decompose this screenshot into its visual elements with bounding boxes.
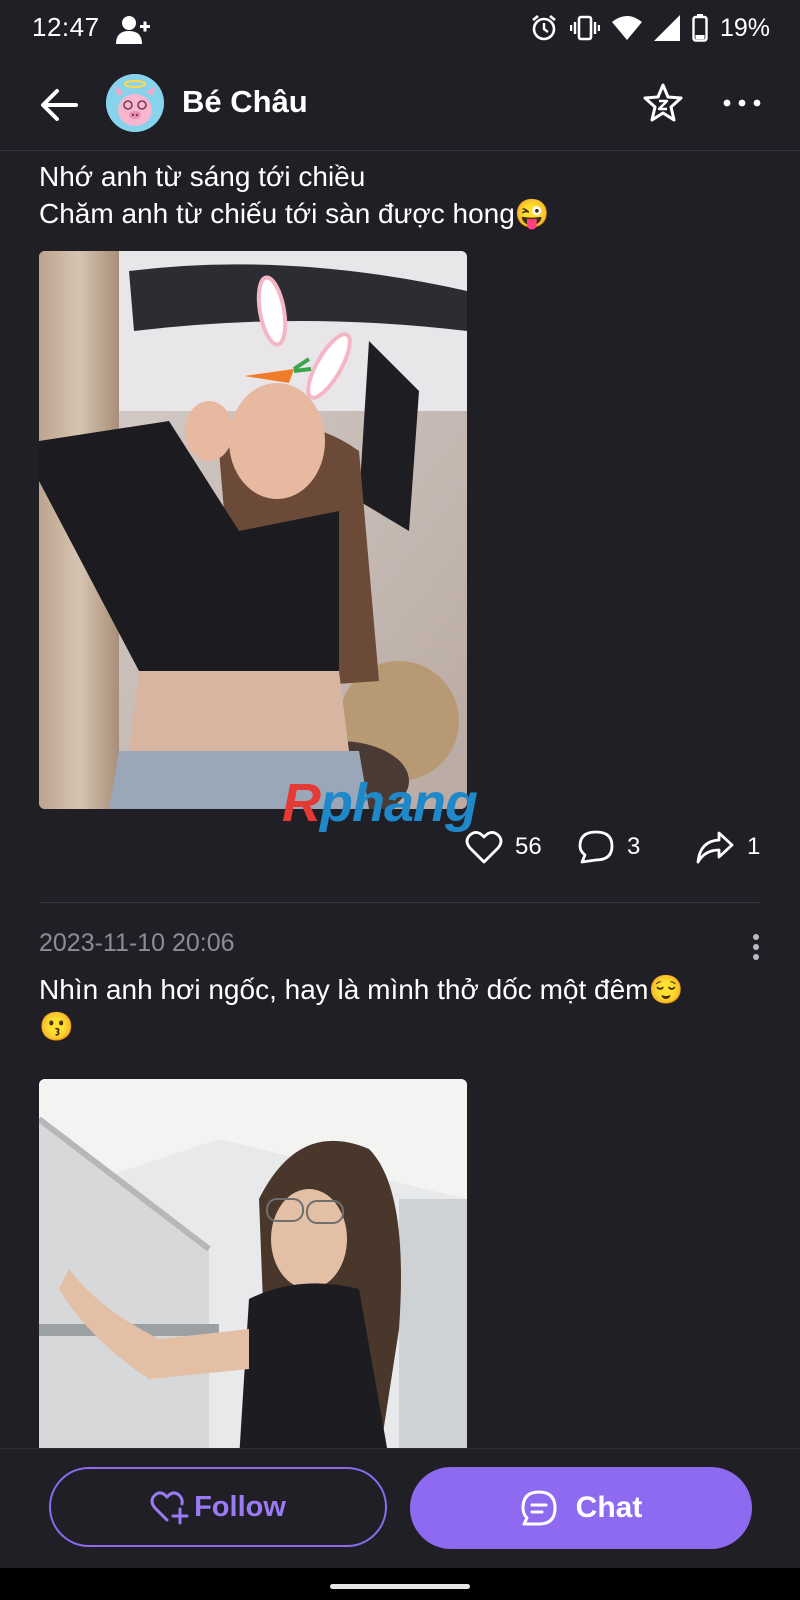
- follow-button[interactable]: Follow: [49, 1467, 387, 1547]
- follow-label: Follow: [194, 1490, 286, 1523]
- profile-name: Bé Châu: [182, 84, 308, 119]
- chat-icon: [521, 1490, 557, 1526]
- post-caption: Nhớ anh từ sáng tới chiều Chăm anh từ ch…: [39, 161, 550, 229]
- wifi-icon: [611, 16, 642, 40]
- share-count: 1: [747, 833, 761, 860]
- screen: 12:47 19% Bé Châu Nhớ anh từ sáng tới ch…: [0, 0, 800, 1600]
- post-photo[interactable]: [39, 251, 467, 809]
- back-arrow-icon[interactable]: [36, 82, 82, 128]
- status-time: 12:47: [32, 12, 100, 42]
- share-button[interactable]: 1: [695, 829, 760, 865]
- alarm-icon: [532, 14, 556, 41]
- signal-icon: [653, 15, 680, 41]
- post-more-icon[interactable]: [748, 931, 764, 963]
- more-icon[interactable]: [722, 96, 762, 110]
- pig-avatar-image: [106, 74, 164, 132]
- post-photo-image: [39, 251, 467, 809]
- heart-plus-icon: [150, 1491, 189, 1525]
- post-photo-image: [39, 1079, 467, 1448]
- comment-count: 3: [627, 833, 641, 860]
- post-photo[interactable]: [39, 1079, 467, 1448]
- status-bar: 12:47 19%: [0, 0, 800, 56]
- watermark-logo: Rphang: [282, 773, 478, 833]
- vibrate-icon: [569, 15, 600, 41]
- star-icon[interactable]: [642, 82, 684, 124]
- home-indicator[interactable]: [330, 1584, 470, 1589]
- post-actions: 56 3 1: [0, 829, 800, 879]
- post-caption: Nhìn anh hơi ngốc, hay là mình thở dốc m…: [39, 974, 684, 1042]
- chat-label: Chat: [575, 1491, 643, 1524]
- status-icons: 19%: [530, 12, 770, 44]
- like-count: 56: [515, 833, 542, 860]
- bottom-action-bar: Follow Chat: [0, 1448, 800, 1569]
- like-button[interactable]: 56: [465, 829, 542, 865]
- post-date: 2023-11-10 20:06: [39, 929, 235, 957]
- chat-button[interactable]: Chat: [410, 1467, 752, 1549]
- posts-feed[interactable]: Nhớ anh từ sáng tới chiều Chăm anh từ ch…: [0, 151, 800, 1448]
- system-nav-area: [0, 1568, 800, 1600]
- comment-button[interactable]: 3: [577, 829, 640, 865]
- heart-icon: [465, 831, 503, 864]
- share-icon: [696, 831, 734, 864]
- person-add-icon: [116, 16, 150, 44]
- comment-icon: [578, 830, 614, 864]
- avatar[interactable]: [106, 74, 164, 132]
- post-divider: [39, 902, 761, 903]
- profile-header: Bé Châu: [0, 60, 800, 151]
- battery-icon: [692, 14, 708, 42]
- battery-percent: 19%: [719, 13, 770, 42]
